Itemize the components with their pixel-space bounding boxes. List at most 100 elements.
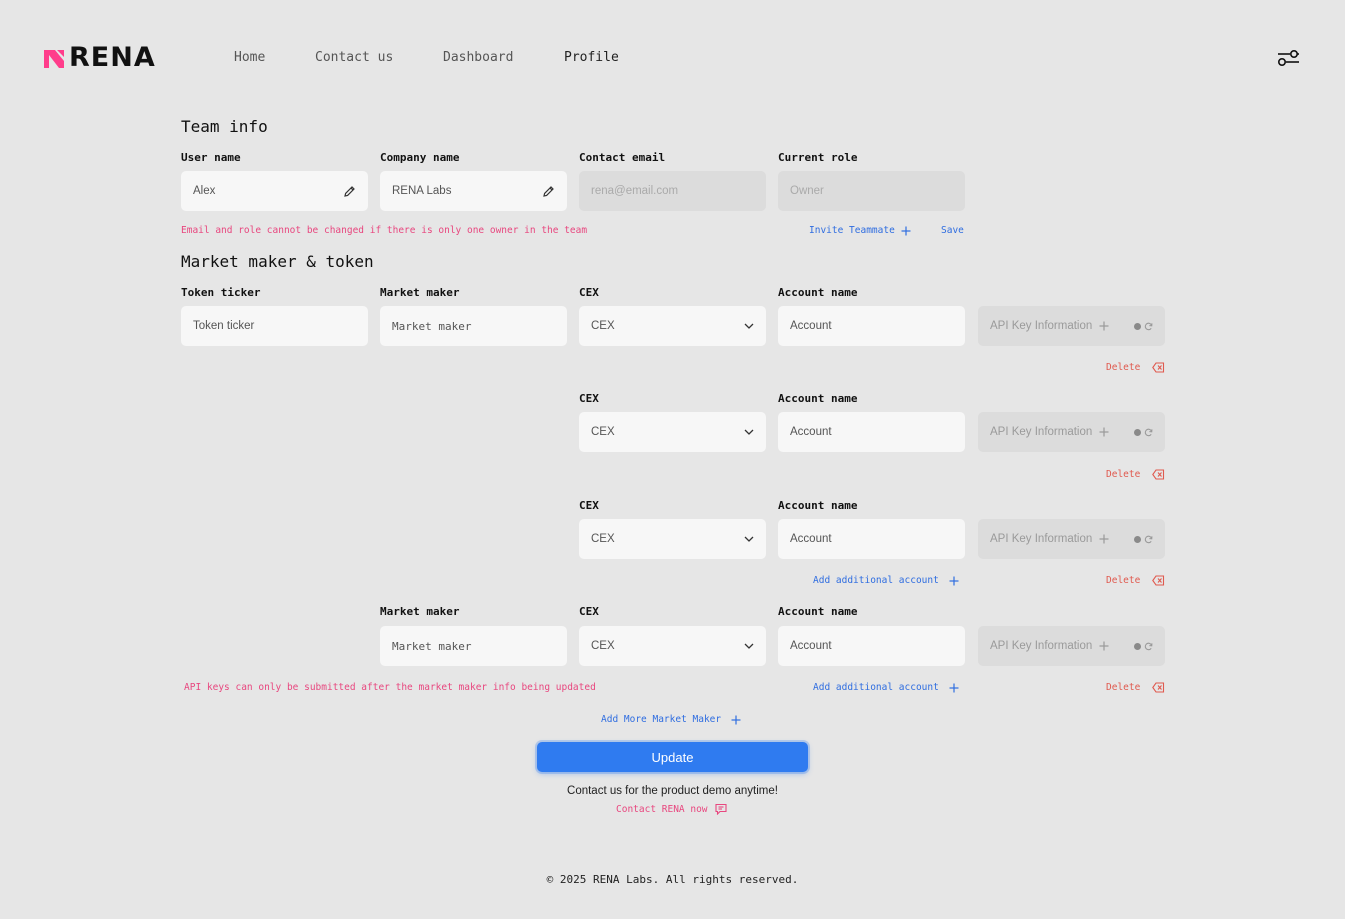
- market-maker-placeholder: Market maker: [392, 639, 472, 653]
- add-more-label: Add More Market Maker: [601, 714, 722, 725]
- cex-value: CEX: [591, 320, 615, 332]
- add-additional-account-link[interactable]: Add additional account: [813, 682, 959, 693]
- status-dot-icon: [1134, 642, 1141, 650]
- account-placeholder: Account: [790, 426, 832, 438]
- nav-home[interactable]: Home: [234, 50, 265, 65]
- logo-text: RENA: [69, 42, 156, 73]
- delete-label: Delete: [1106, 469, 1141, 480]
- contact-rena-link[interactable]: Contact RENA now: [616, 803, 727, 815]
- cex-value: CEX: [591, 426, 615, 438]
- footer-copyright: © 2025 RENA Labs. All rights reserved.: [546, 873, 799, 886]
- cex-select[interactable]: CEX: [579, 626, 766, 666]
- cex-value: CEX: [591, 533, 615, 545]
- delete-button[interactable]: Delete: [1106, 575, 1165, 586]
- plus-icon: [1099, 321, 1109, 331]
- refresh-icon[interactable]: [1144, 535, 1153, 544]
- account-name-input[interactable]: Account: [778, 626, 965, 666]
- refresh-icon[interactable]: [1144, 428, 1153, 437]
- refresh-icon[interactable]: [1144, 642, 1153, 651]
- chevron-down-icon: [744, 643, 754, 649]
- rena-logo-mark-icon: [44, 50, 64, 68]
- team-info-title: Team info: [181, 117, 268, 136]
- contact-demo-text: Contact us for the product demo anytime!: [567, 785, 778, 797]
- account-name-input[interactable]: Account: [778, 412, 965, 452]
- chevron-down-icon: [744, 323, 754, 329]
- account-name-label: Account name: [778, 499, 858, 512]
- contact-email-label: Contact email: [579, 151, 666, 164]
- account-name-label: Account name: [778, 392, 858, 405]
- status-dot-icon: [1134, 322, 1141, 330]
- invite-teammate-link[interactable]: Invite Teammate: [809, 225, 911, 236]
- api-key-label: API Key Information: [990, 640, 1093, 652]
- plus-icon: [949, 576, 959, 585]
- account-name-label: Account name: [778, 605, 858, 618]
- cex-label: CEX: [579, 605, 599, 618]
- delete-label: Delete: [1106, 362, 1141, 373]
- market-maker-label: Market maker: [380, 605, 460, 618]
- api-key-label: API Key Information: [990, 320, 1093, 332]
- delete-x-icon: [1152, 469, 1165, 480]
- company-name-value: RENA Labs: [392, 185, 452, 197]
- chat-bubble-icon: [714, 803, 727, 815]
- delete-x-icon: [1152, 575, 1165, 586]
- chevron-down-icon: [744, 429, 754, 435]
- market-maker-input[interactable]: Market maker: [380, 306, 567, 346]
- cex-label: CEX: [579, 392, 599, 405]
- nav-profile[interactable]: Profile: [564, 50, 619, 65]
- api-key-field[interactable]: API Key Information: [978, 306, 1165, 346]
- invite-teammate-label: Invite Teammate: [809, 225, 895, 236]
- add-account-label: Add additional account: [813, 682, 939, 693]
- status-dot-icon: [1134, 535, 1141, 543]
- team-info-note: Email and role cannot be changed if ther…: [181, 225, 588, 236]
- nav-dashboard[interactable]: Dashboard: [443, 50, 513, 65]
- contact-email-placeholder: rena@email.com: [591, 185, 679, 197]
- delete-label: Delete: [1106, 682, 1141, 693]
- save-link[interactable]: Save: [941, 225, 964, 236]
- settings-button[interactable]: [1276, 47, 1300, 69]
- account-name-input[interactable]: Account: [778, 306, 965, 346]
- delete-label: Delete: [1106, 575, 1141, 586]
- plus-icon: [949, 683, 959, 692]
- refresh-icon[interactable]: [1144, 322, 1153, 331]
- add-account-label: Add additional account: [813, 575, 939, 586]
- company-name-label: Company name: [380, 151, 460, 164]
- nav-contact-us[interactable]: Contact us: [315, 50, 393, 65]
- api-key-label: API Key Information: [990, 426, 1093, 438]
- plus-icon: [1099, 641, 1109, 651]
- api-key-field[interactable]: API Key Information: [978, 626, 1165, 666]
- logo[interactable]: RENA: [43, 42, 156, 73]
- add-additional-account-link[interactable]: Add additional account: [813, 575, 959, 586]
- cex-value: CEX: [591, 640, 615, 652]
- market-maker-input[interactable]: Market maker: [380, 626, 567, 666]
- api-key-field[interactable]: API Key Information: [978, 519, 1165, 559]
- delete-button[interactable]: Delete: [1106, 469, 1165, 480]
- plus-icon: [901, 226, 911, 235]
- chevron-down-icon: [744, 536, 754, 542]
- user-name-input[interactable]: Alex: [181, 171, 368, 211]
- delete-button[interactable]: Delete: [1106, 362, 1165, 373]
- contact-email-field: rena@email.com: [579, 171, 766, 211]
- contact-rena-label: Contact RENA now: [616, 803, 708, 815]
- account-placeholder: Account: [790, 533, 832, 545]
- add-more-market-maker-link[interactable]: Add More Market Maker: [601, 714, 741, 725]
- account-name-input[interactable]: Account: [778, 519, 965, 559]
- cex-select[interactable]: CEX: [579, 306, 766, 346]
- company-name-input[interactable]: RENA Labs: [380, 171, 567, 211]
- api-key-field[interactable]: API Key Information: [978, 412, 1165, 452]
- market-maker-label: Market maker: [380, 286, 460, 299]
- cex-label: CEX: [579, 499, 599, 512]
- token-ticker-input[interactable]: Token ticker: [181, 306, 368, 346]
- cex-select[interactable]: CEX: [579, 412, 766, 452]
- cex-select[interactable]: CEX: [579, 519, 766, 559]
- edit-pencil-icon[interactable]: [542, 185, 555, 198]
- token-ticker-placeholder: Token ticker: [193, 320, 255, 332]
- delete-x-icon: [1152, 362, 1165, 373]
- account-placeholder: Account: [790, 640, 832, 652]
- api-key-label: API Key Information: [990, 533, 1093, 545]
- update-button[interactable]: Update: [537, 742, 808, 772]
- delete-button[interactable]: Delete: [1106, 682, 1165, 693]
- current-role-field: Owner: [778, 171, 965, 211]
- edit-pencil-icon[interactable]: [343, 185, 356, 198]
- status-dot-icon: [1134, 428, 1141, 436]
- market-maker-token-title: Market maker & token: [181, 252, 374, 271]
